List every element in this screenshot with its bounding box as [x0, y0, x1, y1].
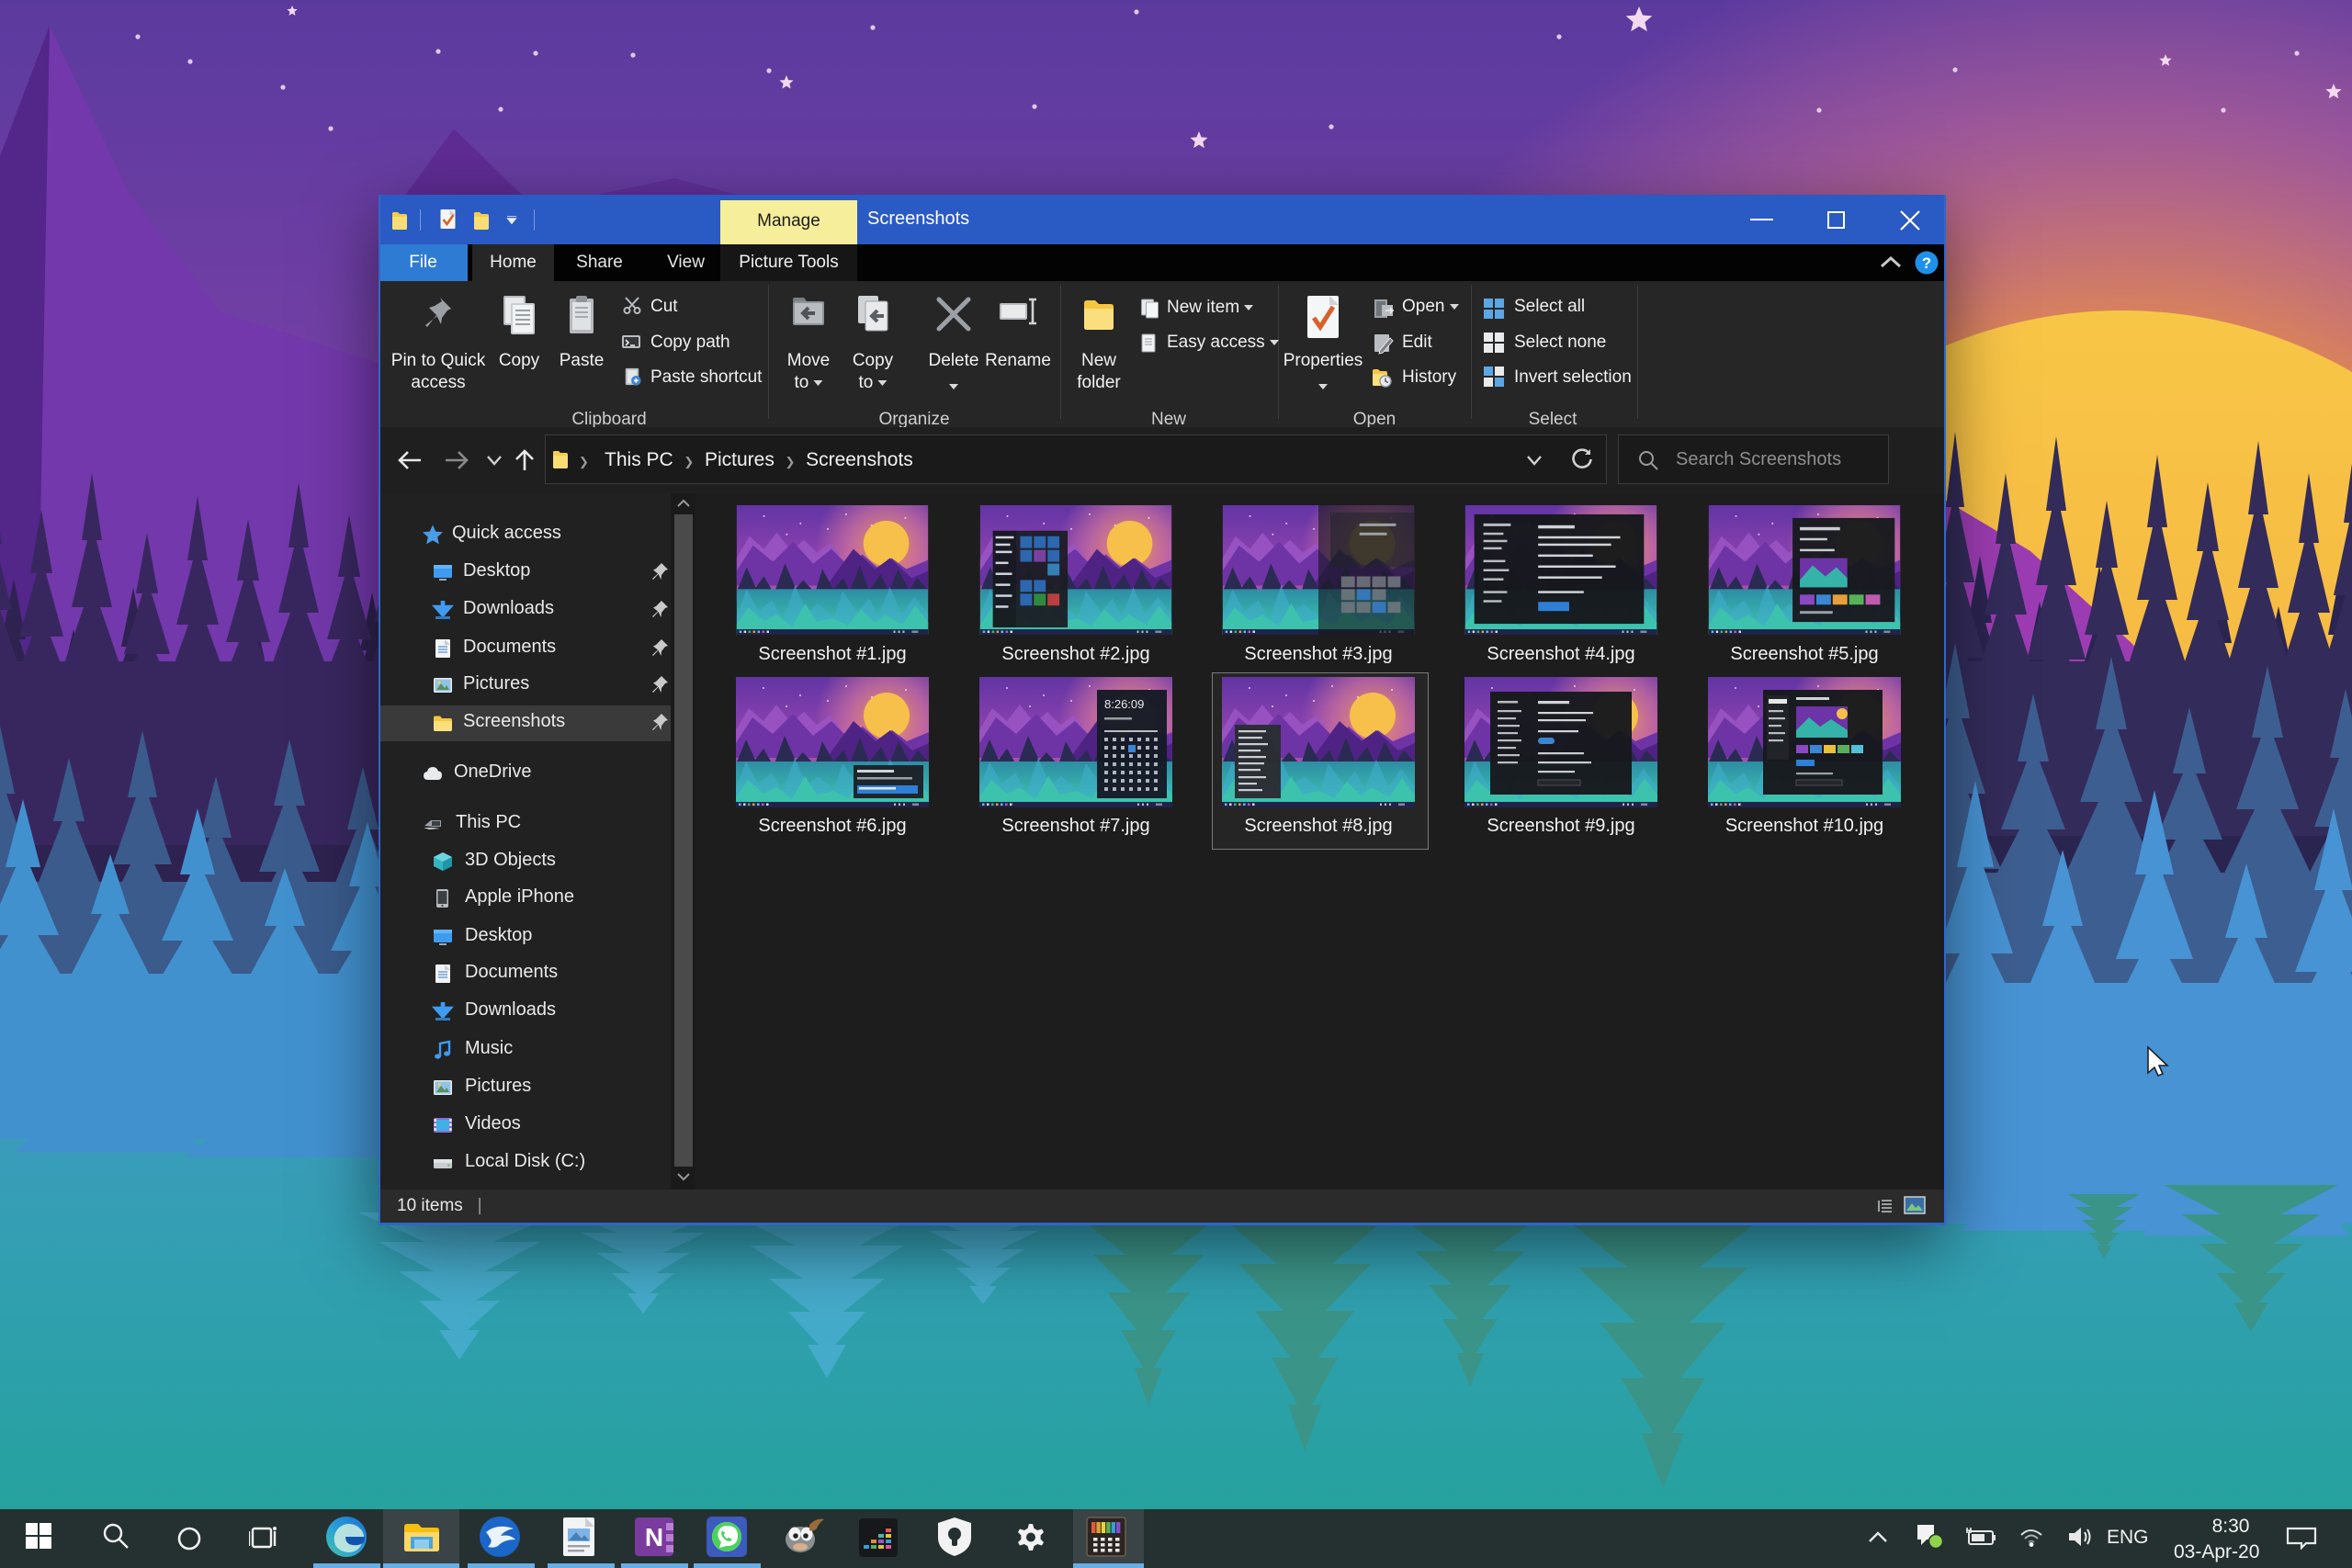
svg-text:8:26:09: 8:26:09: [1104, 697, 1144, 711]
svg-text:N: N: [645, 1523, 663, 1551]
svg-text:?: ?: [1922, 254, 1931, 272]
